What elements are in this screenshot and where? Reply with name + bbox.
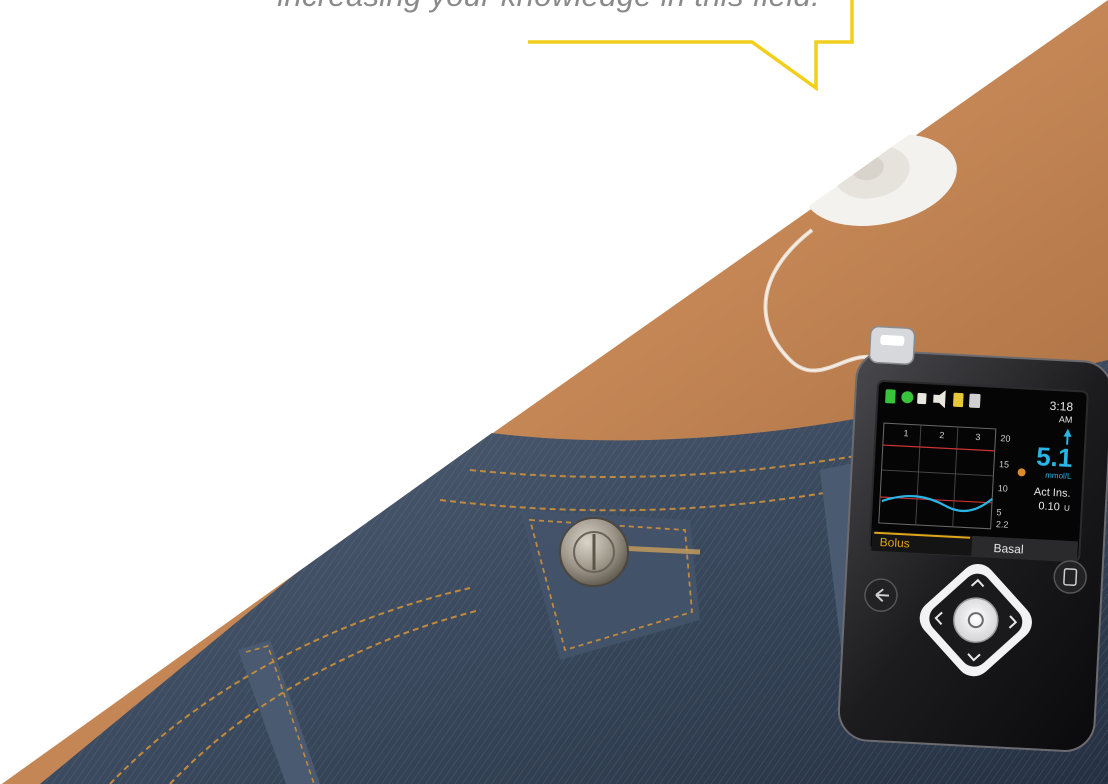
tab-bolus: Bolus xyxy=(879,535,910,551)
active-insulin-value: 0.10 xyxy=(1038,500,1060,513)
reservoir-icon xyxy=(953,392,964,408)
active-insulin-unit: U xyxy=(1064,504,1070,513)
graph-y-tick: 10 xyxy=(997,483,1008,494)
lock-icon xyxy=(917,392,927,405)
graph-y-tick: 2.2 xyxy=(996,519,1009,530)
photo-scene: 3:18 AM 1 2 3 20 15 10 5 2.2 5.1 mmol/L … xyxy=(0,0,1108,784)
graph-y-tick: 20 xyxy=(1000,433,1011,444)
graph-y-tick: 5 xyxy=(996,507,1002,517)
calendar-icon xyxy=(969,393,981,408)
graph-x-tick: 1 xyxy=(903,428,909,438)
pump-time: 3:18 xyxy=(1049,399,1073,414)
graph-x-tick: 2 xyxy=(939,430,945,440)
graph-y-tick: 15 xyxy=(999,459,1010,470)
menu-button xyxy=(1053,560,1087,594)
active-insulin-label: Act Ins. xyxy=(1034,486,1071,500)
glucose-unit: mmol/L xyxy=(1045,471,1072,481)
tab-basal: Basal xyxy=(993,541,1024,557)
glucose-value: 5.1 xyxy=(1036,441,1074,473)
insulin-pump: 3:18 AM 1 2 3 20 15 10 5 2.2 5.1 mmol/L … xyxy=(837,325,1108,752)
pump-ampm: AM xyxy=(1059,414,1073,425)
battery-icon xyxy=(885,389,896,404)
graph-x-tick: 3 xyxy=(975,432,981,442)
caption-quote: increasing your knowledge in this field. xyxy=(0,0,820,14)
